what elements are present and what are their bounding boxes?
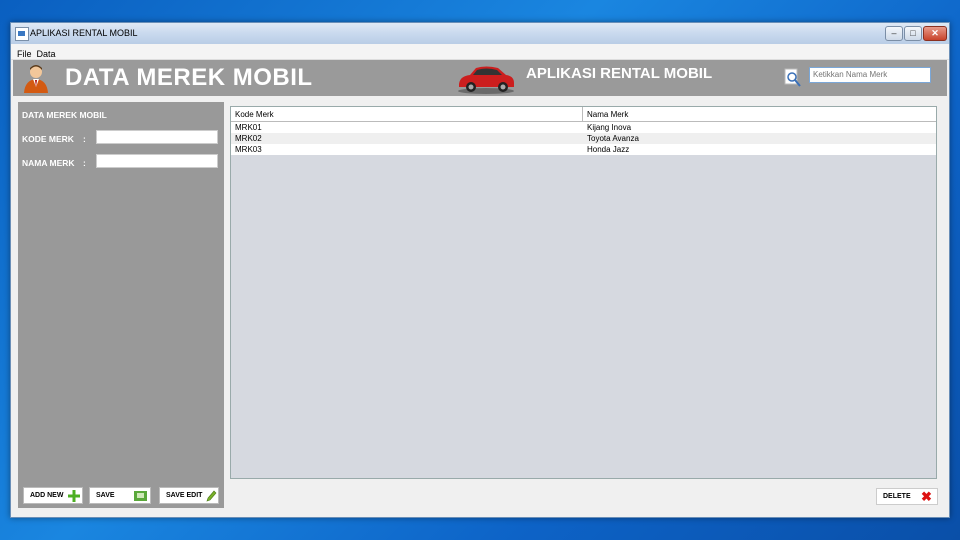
save-edit-label: SAVE EDIT (166, 492, 203, 499)
menu-data[interactable]: Data (35, 47, 59, 59)
nama-merk-label: NAMA MERK (22, 158, 75, 168)
add-new-label: ADD NEW (30, 492, 64, 499)
pencil-icon (206, 490, 217, 502)
row-nama: Kijang Inova (587, 123, 632, 132)
save-button[interactable]: SAVE (89, 487, 151, 504)
column-nama-merk[interactable]: Nama Merk (587, 110, 628, 119)
app-window: APLIKASI RENTAL MOBIL – □ ✕ File Data DAT… (10, 22, 950, 518)
app-icon (15, 27, 29, 41)
form-title: DATA MEREK MOBIL (22, 110, 107, 120)
table-header: Kode Merk Nama Merk (231, 107, 936, 122)
maximize-button[interactable]: □ (904, 26, 922, 41)
plus-icon (68, 490, 80, 502)
title-bar[interactable]: APLIKASI RENTAL MOBIL – □ ✕ (11, 23, 949, 44)
row-nama: Toyota Avanza (587, 134, 639, 143)
add-new-button[interactable]: ADD NEW (23, 487, 83, 504)
minimize-button[interactable]: – (885, 26, 903, 41)
row-kode: MRK01 (235, 123, 262, 132)
kode-merk-field[interactable] (96, 130, 218, 144)
person-icon (24, 65, 48, 93)
delete-button[interactable]: DELETE ✖ (876, 488, 938, 505)
merk-table[interactable]: Kode Merk Nama Merk MRK01 Kijang Inova M… (230, 106, 937, 479)
header-banner: DATA MEREK MOBIL APLIKASI RENTAL MOBIL (13, 60, 947, 96)
menu-bar: File Data (11, 44, 949, 60)
save-icon (134, 491, 147, 501)
save-label: SAVE (96, 492, 115, 499)
app-title: APLIKASI RENTAL MOBIL (526, 65, 713, 82)
search-icon[interactable] (784, 68, 802, 88)
search-input[interactable] (809, 67, 931, 83)
kode-merk-label: KODE MERK (22, 134, 74, 144)
row-kode: MRK02 (235, 134, 262, 143)
table-row[interactable]: MRK02 Toyota Avanza (231, 133, 936, 144)
close-button[interactable]: ✕ (923, 26, 947, 41)
delete-label: DELETE (883, 493, 911, 500)
nama-colon: : (83, 158, 86, 168)
form-panel: DATA MEREK MOBIL KODE MERK : NAMA MERK :… (18, 102, 224, 508)
row-nama: Honda Jazz (587, 145, 630, 154)
car-icon (458, 66, 514, 94)
row-kode: MRK03 (235, 145, 262, 154)
save-edit-button[interactable]: SAVE EDIT (159, 487, 219, 504)
delete-x-icon: ✖ (921, 489, 932, 504)
nama-merk-field[interactable] (96, 154, 218, 168)
column-divider (582, 107, 583, 121)
column-kode-merk[interactable]: Kode Merk (235, 110, 274, 119)
page-title: DATA MEREK MOBIL (65, 64, 313, 91)
kode-colon: : (83, 134, 86, 144)
window-title: APLIKASI RENTAL MOBIL (30, 28, 138, 38)
table-row[interactable]: MRK01 Kijang Inova (231, 122, 936, 133)
table-row[interactable]: MRK03 Honda Jazz (231, 144, 936, 155)
menu-file[interactable]: File (11, 47, 35, 59)
